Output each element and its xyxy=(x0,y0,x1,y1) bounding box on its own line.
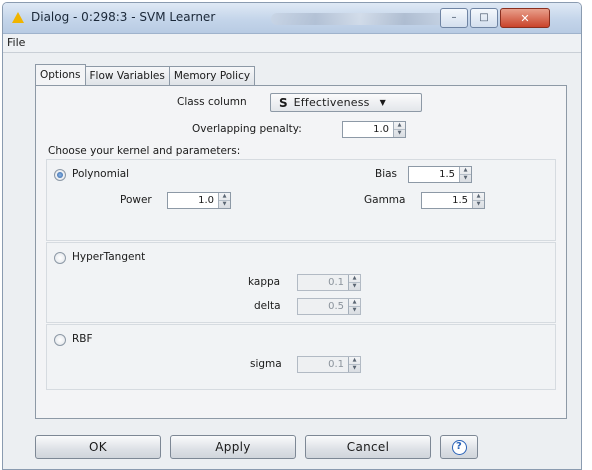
window-title: Dialog - 0:298:3 - SVM Learner xyxy=(31,10,216,24)
overlapping-penalty-label: Overlapping penalty: xyxy=(192,123,302,135)
bias-spinner[interactable]: 1.5 ▲ ▼ xyxy=(408,166,472,183)
blurred-title-region xyxy=(271,13,449,25)
delta-value: 0.5 xyxy=(328,301,344,312)
power-label: Power xyxy=(120,194,152,206)
options-panel: Class column S Effectiveness ▼ Overlappi… xyxy=(35,85,567,419)
spin-up-icon[interactable]: ▲ xyxy=(349,275,360,282)
tab-options[interactable]: Options xyxy=(35,64,86,85)
title-bar[interactable]: Dialog - 0:298:3 - SVM Learner – □ ✕ xyxy=(3,3,581,34)
chevron-down-icon: ▼ xyxy=(379,98,386,107)
spin-down-icon[interactable]: ▼ xyxy=(473,200,484,208)
kappa-spinner[interactable]: 0.1 ▲ ▼ xyxy=(297,274,361,291)
overlapping-penalty-value: 1.0 xyxy=(373,124,389,135)
spin-up-icon[interactable]: ▲ xyxy=(349,357,360,364)
close-button[interactable]: ✕ xyxy=(500,8,550,28)
sigma-label: sigma xyxy=(250,358,282,370)
spin-down-icon[interactable]: ▼ xyxy=(349,306,360,314)
rbf-group: RBF sigma 0.1 ▲ ▼ xyxy=(46,324,556,390)
gamma-label: Gamma xyxy=(364,194,406,206)
spin-up-icon[interactable]: ▲ xyxy=(473,193,484,200)
maximize-icon: □ xyxy=(479,12,489,23)
ok-button[interactable]: OK xyxy=(35,435,161,459)
spin-up-icon[interactable]: ▲ xyxy=(394,122,405,129)
maximize-button[interactable]: □ xyxy=(470,8,498,28)
help-icon: ? xyxy=(451,439,467,455)
string-type-icon: S xyxy=(279,95,288,110)
minimize-button[interactable]: – xyxy=(440,8,468,28)
kappa-label: kappa xyxy=(248,276,281,288)
rbf-radio[interactable] xyxy=(54,334,66,346)
bias-label: Bias xyxy=(375,168,398,180)
polynomial-group: Polynomial Bias 1.5 ▲ ▼ Power 1.0 ▲ ▼ Gamm… xyxy=(46,159,556,241)
overlapping-penalty-spinner[interactable]: 1.0 ▲ ▼ xyxy=(342,121,406,138)
polynomial-label[interactable]: Polynomial xyxy=(72,168,129,180)
polynomial-radio[interactable] xyxy=(54,169,66,181)
tab-memory-policy[interactable]: Memory Policy xyxy=(168,66,256,85)
tab-strip: Options Flow Variables Memory Policy xyxy=(35,64,256,86)
power-value: 1.0 xyxy=(198,195,214,206)
tab-flow-variables[interactable]: Flow Variables xyxy=(84,66,170,85)
spin-down-icon[interactable]: ▼ xyxy=(219,200,230,208)
sigma-spinner[interactable]: 0.1 ▲ ▼ xyxy=(297,356,361,373)
class-column-select[interactable]: S Effectiveness ▼ xyxy=(270,93,422,112)
cancel-button[interactable]: Cancel xyxy=(305,435,431,459)
spin-down-icon[interactable]: ▼ xyxy=(460,174,471,182)
power-spinner[interactable]: 1.0 ▲ ▼ xyxy=(167,192,231,209)
spin-down-icon[interactable]: ▼ xyxy=(349,364,360,372)
spin-up-icon[interactable]: ▲ xyxy=(219,193,230,200)
warning-triangle-icon xyxy=(12,12,24,23)
hypertangent-radio[interactable] xyxy=(54,252,66,264)
class-column-label: Class column xyxy=(177,96,247,108)
gamma-value: 1.5 xyxy=(452,195,468,206)
delta-label: delta xyxy=(254,300,281,312)
hypertangent-label[interactable]: HyperTangent xyxy=(72,251,145,263)
kappa-value: 0.1 xyxy=(328,277,344,288)
kernel-heading: Choose your kernel and parameters: xyxy=(48,145,241,157)
spin-up-icon[interactable]: ▲ xyxy=(349,299,360,306)
spin-up-icon[interactable]: ▲ xyxy=(460,167,471,174)
sigma-value: 0.1 xyxy=(328,359,344,370)
menu-bar: File xyxy=(3,34,581,53)
svm-learner-dialog: Dialog - 0:298:3 - SVM Learner – □ ✕ Fil… xyxy=(2,2,582,470)
gamma-spinner[interactable]: 1.5 ▲ ▼ xyxy=(421,192,485,209)
class-column-value: Effectiveness xyxy=(293,96,370,109)
bias-value: 1.5 xyxy=(439,169,455,180)
delta-spinner[interactable]: 0.5 ▲ ▼ xyxy=(297,298,361,315)
hypertangent-group: HyperTangent kappa 0.1 ▲ ▼ delta 0.5 ▲ ▼ xyxy=(46,242,556,323)
spin-down-icon[interactable]: ▼ xyxy=(394,129,405,137)
help-button[interactable]: ? xyxy=(440,435,478,459)
apply-button[interactable]: Apply xyxy=(170,435,296,459)
menu-file[interactable]: File xyxy=(7,36,25,49)
close-icon: ✕ xyxy=(520,11,530,25)
minimize-icon: – xyxy=(451,12,457,23)
rbf-label[interactable]: RBF xyxy=(72,333,93,345)
spin-down-icon[interactable]: ▼ xyxy=(349,282,360,290)
